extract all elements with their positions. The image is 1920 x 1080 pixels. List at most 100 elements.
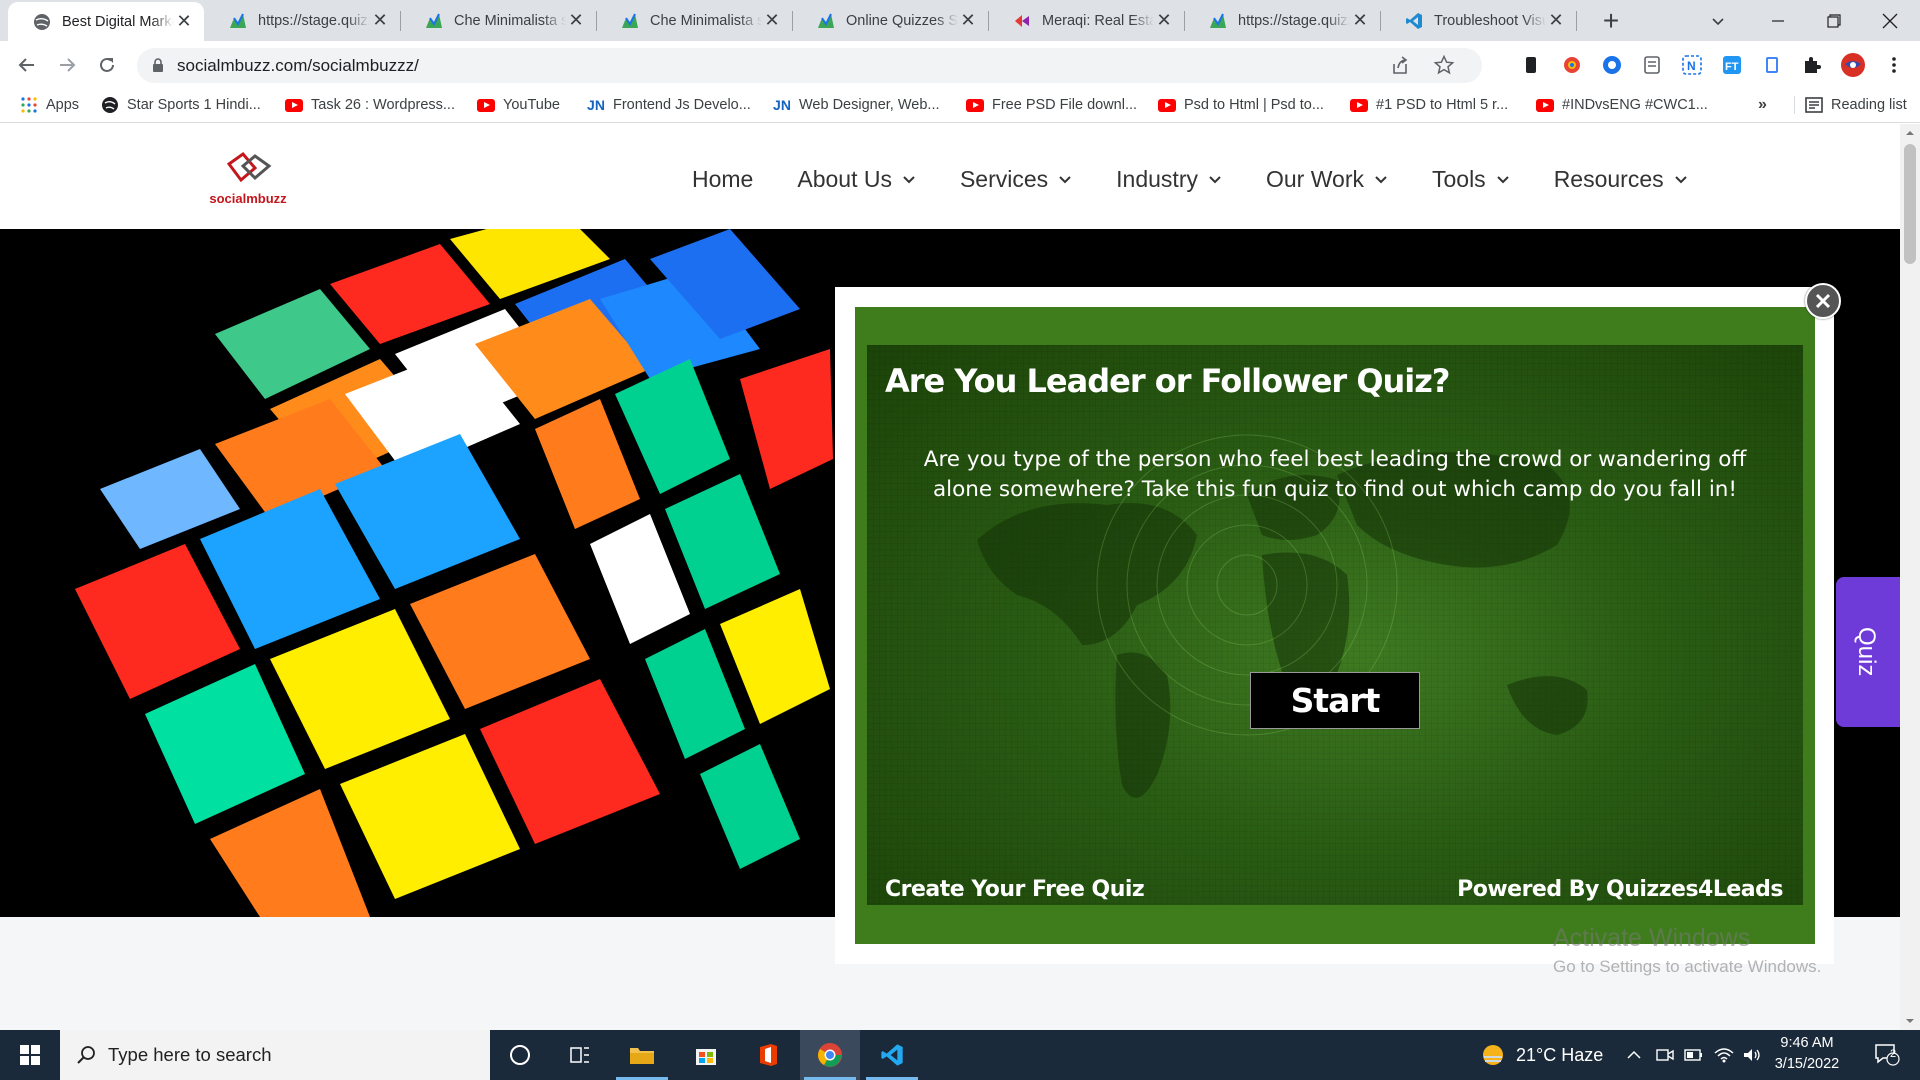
weather-widget[interactable]: 21°C Haze bbox=[1480, 1030, 1603, 1080]
nav-about-us[interactable]: About Us bbox=[797, 166, 916, 193]
vscode-icon bbox=[881, 1044, 903, 1066]
bookmark-apps[interactable]: Apps bbox=[20, 96, 79, 114]
restore-button[interactable] bbox=[1806, 0, 1862, 41]
nav-label: Our Work bbox=[1266, 166, 1364, 192]
minimize-button[interactable] bbox=[1750, 0, 1806, 41]
cortana-button[interactable] bbox=[490, 1030, 550, 1080]
nav-resources[interactable]: Resources bbox=[1554, 166, 1688, 193]
close-tab-icon[interactable]: ✕ bbox=[566, 10, 586, 31]
nav-home[interactable]: Home bbox=[692, 166, 753, 193]
browser-tab[interactable]: Best Digital Marketing ✕ bbox=[8, 2, 204, 41]
bookmark-label: Free PSD File downl... bbox=[992, 97, 1138, 113]
extension-icon[interactable] bbox=[1642, 55, 1662, 75]
browser-tab[interactable]: Meraqi: Real Estate ✕ bbox=[988, 0, 1185, 41]
more-bookmarks-button[interactable]: » bbox=[1758, 96, 1767, 114]
meet-now-icon[interactable] bbox=[1654, 1044, 1676, 1066]
reading-list-button[interactable]: Reading list bbox=[1794, 96, 1907, 114]
office-button[interactable] bbox=[738, 1030, 798, 1080]
browser-tab[interactable]: Che Minimalista siete ✕ bbox=[400, 0, 597, 41]
share-icon[interactable] bbox=[1390, 56, 1410, 79]
browser-tab[interactable]: Online Quizzes Software ✕ bbox=[792, 0, 989, 41]
bookmark-label: Star Sports 1 Hindi... bbox=[127, 97, 261, 113]
start-button[interactable] bbox=[0, 1030, 60, 1080]
extension-icon[interactable]: N bbox=[1682, 55, 1702, 75]
profile-avatar-icon[interactable] bbox=[1840, 52, 1866, 78]
close-tab-icon[interactable]: ✕ bbox=[1350, 10, 1370, 31]
close-tab-icon[interactable]: ✕ bbox=[958, 10, 978, 31]
site-logo[interactable]: socialmbuzz bbox=[206, 150, 290, 210]
scroll-up-icon[interactable] bbox=[1900, 126, 1920, 140]
tray-chevron-up-icon[interactable] bbox=[1623, 1044, 1645, 1066]
taskbar-clock[interactable]: 9:46 AM 3/15/2022 bbox=[1766, 1033, 1848, 1075]
quiz-side-tab-label: Quiz bbox=[1853, 627, 1880, 677]
browser-menu-icon[interactable] bbox=[1884, 55, 1904, 75]
volume-icon[interactable] bbox=[1741, 1044, 1763, 1066]
close-window-button[interactable] bbox=[1862, 0, 1918, 41]
extension-icon[interactable] bbox=[1602, 55, 1622, 75]
url-text[interactable]: socialmbuzz.com/socialmbuzzz/ bbox=[177, 56, 419, 76]
close-tab-icon[interactable]: ✕ bbox=[1154, 10, 1174, 31]
start-quiz-button[interactable]: Start bbox=[1250, 672, 1420, 729]
notification-center-button[interactable]: 2 bbox=[1862, 1030, 1912, 1080]
create-free-quiz-link[interactable]: Create Your Free Quiz bbox=[885, 877, 1145, 902]
browser-tab[interactable]: Troubleshoot Visual ✕ bbox=[1380, 0, 1577, 41]
close-tab-icon[interactable]: ✕ bbox=[174, 11, 194, 32]
svg-text:FT: FT bbox=[1725, 61, 1739, 73]
new-tab-button[interactable]: + bbox=[1597, 7, 1625, 36]
nav-industry[interactable]: Industry bbox=[1116, 166, 1222, 193]
extensions-puzzle-icon[interactable] bbox=[1802, 55, 1822, 75]
quiz-side-tab[interactable]: Quiz bbox=[1836, 577, 1900, 727]
task-view-button[interactable] bbox=[550, 1030, 610, 1080]
wifi-icon[interactable] bbox=[1713, 1044, 1735, 1066]
bookmark-psd-to-html[interactable]: Psd to Html | Psd to... bbox=[1158, 96, 1324, 114]
clock-time: 9:46 AM bbox=[1780, 1035, 1834, 1051]
nav-tools[interactable]: Tools bbox=[1432, 166, 1510, 193]
nav-services[interactable]: Services bbox=[960, 166, 1072, 193]
address-bar[interactable]: socialmbuzz.com/socialmbuzzz/ bbox=[137, 48, 1482, 83]
browser-tab[interactable]: https://stage.quizzes ✕ bbox=[204, 0, 401, 41]
chrome-button[interactable] bbox=[800, 1030, 860, 1080]
scroll-down-icon[interactable] bbox=[1900, 1014, 1920, 1028]
forward-button[interactable] bbox=[52, 50, 82, 80]
microsoft-store-button[interactable] bbox=[676, 1030, 736, 1080]
extension-icon[interactable] bbox=[1521, 55, 1541, 75]
bookmark-psd-html5[interactable]: #1 PSD to Html 5 r... bbox=[1350, 96, 1508, 114]
vscode-button[interactable] bbox=[862, 1030, 922, 1080]
browser-tab[interactable]: Che Minimalista siete ✕ bbox=[596, 0, 793, 41]
extension-icon[interactable] bbox=[1562, 55, 1582, 75]
close-tab-icon[interactable]: ✕ bbox=[1546, 10, 1566, 31]
scrollbar-thumb[interactable] bbox=[1904, 144, 1916, 264]
tab-search-icon[interactable] bbox=[1690, 0, 1746, 41]
watermark-subtitle: Go to Settings to activate Windows. bbox=[1553, 957, 1822, 976]
close-tab-icon[interactable]: ✕ bbox=[762, 10, 782, 31]
bookmarks-bar: Apps Star Sports 1 Hindi... Task 26 : Wo… bbox=[0, 89, 1920, 123]
battery-icon[interactable] bbox=[1683, 1044, 1705, 1066]
taskbar-search-box[interactable]: Type here to search bbox=[60, 1030, 490, 1080]
browser-toolbar: socialmbuzz.com/socialmbuzzz/ N FT bbox=[0, 41, 1920, 89]
powered-by-link[interactable]: Powered By Quizzes4Leads bbox=[1457, 877, 1783, 902]
bookmark-task26[interactable]: Task 26 : Wordpress... bbox=[285, 96, 455, 114]
close-modal-button[interactable] bbox=[1805, 283, 1841, 319]
nav-our-work[interactable]: Our Work bbox=[1266, 166, 1388, 193]
close-tab-icon[interactable]: ✕ bbox=[370, 10, 390, 31]
bookmark-star-icon[interactable] bbox=[1433, 54, 1455, 78]
bookmark-web-designer[interactable]: JN Web Designer, Web... bbox=[773, 96, 940, 114]
tab-title: https://stage.quizzes bbox=[1238, 12, 1350, 29]
bookmark-star-sports[interactable]: Star Sports 1 Hindi... bbox=[101, 96, 261, 114]
browser-tab[interactable]: https://stage.quizzes ✕ bbox=[1184, 0, 1381, 41]
close-icon bbox=[1815, 293, 1831, 309]
bookmark-frontend[interactable]: JN Frontend Js Develo... bbox=[587, 96, 751, 114]
reload-button[interactable] bbox=[92, 50, 122, 80]
file-explorer-button[interactable] bbox=[612, 1030, 672, 1080]
bookmark-free-psd[interactable]: Free PSD File downl... bbox=[966, 96, 1137, 114]
bookmark-label: Web Designer, Web... bbox=[799, 97, 940, 113]
lock-icon[interactable] bbox=[151, 57, 165, 76]
page-scrollbar[interactable] bbox=[1900, 124, 1920, 1030]
back-button[interactable] bbox=[12, 50, 42, 80]
extension-icon[interactable]: FT bbox=[1722, 55, 1742, 75]
bookmark-youtube[interactable]: YouTube bbox=[477, 96, 560, 114]
tab-title: Online Quizzes Software bbox=[846, 12, 958, 29]
extension-icon[interactable] bbox=[1762, 55, 1782, 75]
meraqi-icon bbox=[1012, 11, 1032, 31]
bookmark-indvseng[interactable]: #INDvsENG #CWC1... bbox=[1536, 96, 1708, 114]
